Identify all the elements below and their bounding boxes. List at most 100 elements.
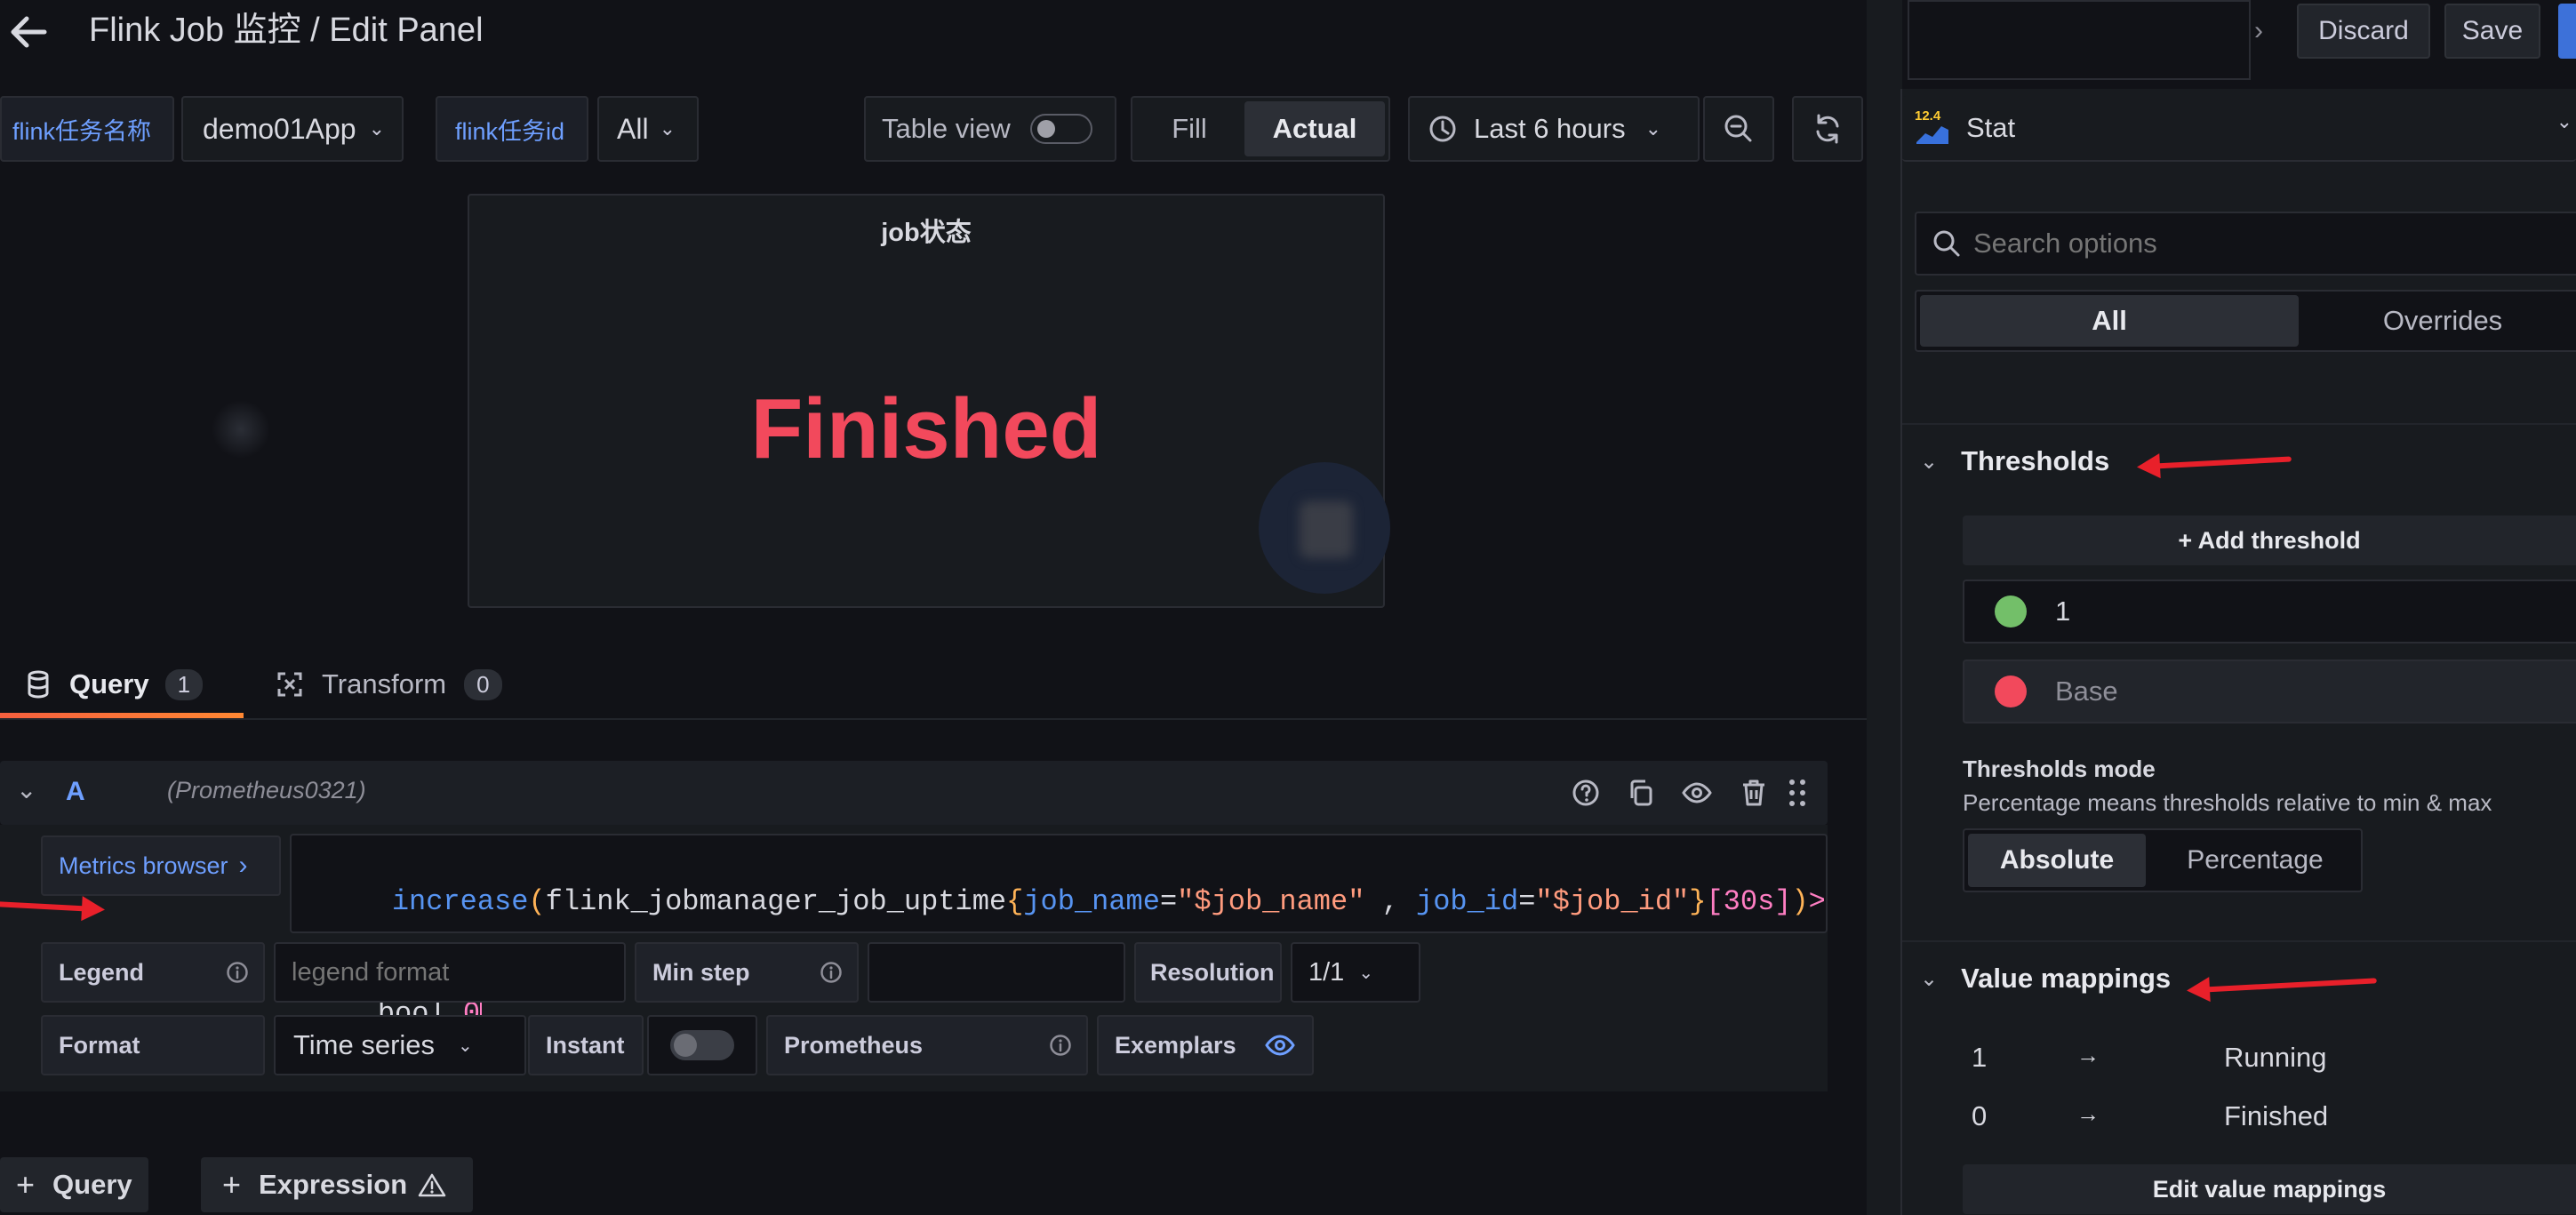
visualization-picker[interactable]: 12.4 Stat ⌄: [1902, 96, 2576, 162]
chevron-down-icon: ⌄: [2556, 110, 2572, 132]
options-tabs: All Overrides: [1915, 290, 2576, 352]
mapping-arrow-icon: →: [2076, 1100, 2100, 1127]
actual-button[interactable]: Actual: [1244, 101, 1385, 156]
chevron-right-icon[interactable]: ›: [2254, 16, 2263, 46]
chevron-down-icon: ⌄: [659, 117, 676, 140]
collapse-chevron-icon[interactable]: ⌄: [16, 775, 36, 804]
info-icon[interactable]: [820, 961, 843, 984]
format-label: Format: [41, 1015, 265, 1075]
options-search[interactable]: [1915, 212, 2576, 276]
switch-track: [670, 1030, 734, 1060]
variable-select-job-name[interactable]: demo01App ⌄: [181, 96, 404, 162]
threshold-step-1[interactable]: 1: [1963, 580, 2576, 643]
add-query-button[interactable]: + Query: [0, 1157, 148, 1212]
min-step-input[interactable]: [868, 942, 1125, 1003]
instant-switch[interactable]: [647, 1015, 757, 1075]
chevron-down-icon: ⌄: [1920, 449, 1939, 474]
thresholds-section-header[interactable]: ⌄ Thresholds: [1920, 439, 2109, 484]
value-mappings-section-header[interactable]: ⌄ Value mappings: [1920, 956, 2171, 1001]
legend-label: Legend: [41, 942, 265, 1003]
tabs-divider: [0, 718, 1867, 720]
transform-count-badge: 0: [464, 668, 502, 700]
time-range-picker[interactable]: Last 6 hours ⌄: [1408, 96, 1700, 162]
tab-transform[interactable]: Transform 0: [276, 659, 502, 709]
chevron-down-icon: ⌄: [458, 1035, 473, 1056]
tab-query[interactable]: Query 1: [27, 659, 204, 709]
chevron-down-icon: ⌄: [368, 117, 386, 140]
help-icon[interactable]: [1572, 779, 1600, 807]
fill-actual-toggle: Fill Actual: [1131, 96, 1390, 162]
refresh-button[interactable]: [1792, 96, 1863, 162]
plus-icon: +: [222, 1166, 242, 1203]
mapping-arrow-icon: →: [2076, 1042, 2100, 1068]
thresholds-mode-title: Thresholds mode: [1963, 755, 2156, 782]
chevron-right-icon: ›: [238, 851, 248, 880]
fill-button[interactable]: Fill: [1136, 101, 1243, 156]
min-step-label: Min step: [635, 942, 859, 1003]
add-threshold-button[interactable]: + Add threshold: [1963, 516, 2576, 565]
duplicate-icon[interactable]: [1627, 779, 1655, 807]
chevron-down-icon: ⌄: [1358, 963, 1374, 983]
apply-button-edge[interactable]: [2558, 4, 2576, 59]
header-blank-field: [1908, 0, 2251, 80]
options-divider: [1902, 423, 2576, 425]
resolution-label: Resolution: [1134, 942, 1282, 1003]
format-select[interactable]: Time series ⌄: [274, 1015, 526, 1075]
table-view-switch[interactable]: [1029, 114, 1092, 144]
variable-label-job-name: flink任务名称: [0, 96, 174, 162]
drag-handle-icon[interactable]: [1787, 777, 1808, 809]
database-icon: [27, 670, 50, 699]
discard-label: Discard: [2318, 16, 2409, 45]
pane-divider[interactable]: [1867, 0, 1902, 1215]
variable-select-job-id[interactable]: All ⌄: [597, 96, 699, 162]
panel-title: job状态: [881, 219, 972, 247]
stat-viz-icon: 12.4: [1915, 108, 1950, 146]
tab-all[interactable]: All: [1920, 295, 2299, 347]
back-arrow-icon[interactable]: [9, 14, 48, 50]
zoom-out-button[interactable]: [1703, 96, 1774, 162]
trash-icon[interactable]: [1740, 779, 1767, 807]
threshold-color-swatch-green[interactable]: [1995, 596, 2027, 627]
search-icon: [1932, 229, 1961, 258]
tab-overrides[interactable]: Overrides: [2308, 295, 2576, 347]
stat-value: Finished: [750, 381, 1102, 476]
threshold-color-swatch-red[interactable]: [1995, 675, 2027, 707]
add-expression-button[interactable]: + Expression: [201, 1157, 474, 1212]
instant-label: Instant: [528, 1015, 644, 1075]
switch-knob: [674, 1034, 697, 1057]
query-ref-id[interactable]: A: [66, 777, 85, 807]
edit-value-mappings-button[interactable]: Edit value mappings: [1963, 1164, 2576, 1214]
query-datasource: (Prometheus0321): [167, 777, 366, 803]
discard-button[interactable]: Discard: [2297, 4, 2430, 59]
chevron-down-icon: ⌄: [1644, 117, 1662, 140]
variable-label-job-id: flink任务id: [436, 96, 588, 162]
options-divider: [1902, 940, 2576, 942]
clock-icon: [1428, 114, 1458, 144]
legend-format-input[interactable]: [274, 942, 626, 1003]
promql-code-editor[interactable]: increase(flink_jobmanager_job_uptime{job…: [290, 834, 1828, 1030]
value-mapping-row: 0 → Finished: [1972, 1100, 2329, 1131]
chevron-down-icon: ⌄: [1920, 966, 1939, 991]
query-count-badge: 1: [164, 668, 204, 700]
warning-icon: [418, 1172, 446, 1197]
eye-icon[interactable]: [1682, 779, 1712, 807]
prometheus-type-label: Prometheus: [766, 1015, 1088, 1075]
mode-percentage-button[interactable]: Percentage: [2153, 834, 2357, 887]
stat-panel[interactable]: job状态 Finished: [468, 194, 1390, 608]
exemplars-eye-icon[interactable]: [1264, 1032, 1295, 1059]
refresh-icon: [1812, 113, 1844, 145]
save-button[interactable]: Save: [2444, 4, 2540, 59]
mode-absolute-button[interactable]: Absolute: [1968, 834, 2146, 887]
info-icon[interactable]: [226, 961, 249, 984]
metrics-browser-button[interactable]: Metrics browser ›: [41, 835, 281, 896]
table-view-toggle[interactable]: Table view: [864, 96, 1116, 162]
transform-icon: [276, 670, 304, 699]
page-title: Flink Job 监控 / Edit Panel: [89, 12, 484, 49]
zoom-out-icon: [1723, 113, 1755, 145]
thresholds-mode-toggle: Absolute Percentage: [1963, 828, 2363, 892]
search-options-input[interactable]: [1973, 228, 2524, 260]
plus-icon: +: [16, 1166, 36, 1203]
resolution-select[interactable]: 1/1 ⌄: [1291, 942, 1420, 1003]
info-icon[interactable]: [1049, 1034, 1072, 1057]
blurred-artifact: [212, 400, 270, 459]
